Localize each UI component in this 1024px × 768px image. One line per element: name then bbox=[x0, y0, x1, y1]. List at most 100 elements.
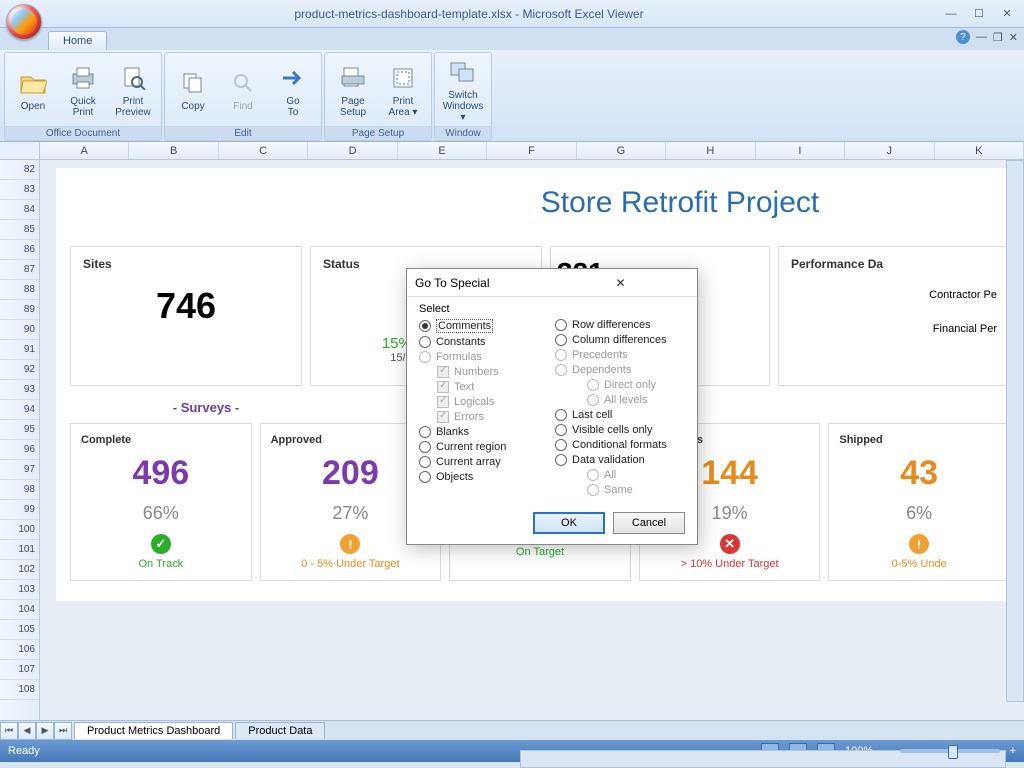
col-B[interactable]: B bbox=[129, 142, 218, 159]
status-icon: ✓ bbox=[151, 534, 171, 554]
row-94[interactable]: 94 bbox=[0, 400, 39, 420]
col-K[interactable]: K bbox=[935, 142, 1024, 159]
row-93[interactable]: 93 bbox=[0, 380, 39, 400]
close-button[interactable]: ✕ bbox=[994, 5, 1020, 23]
zoom-in-button[interactable]: + bbox=[1010, 745, 1016, 757]
ok-button[interactable]: OK bbox=[533, 512, 605, 534]
row-92[interactable]: 92 bbox=[0, 360, 39, 380]
ribbon-tabstrip: Home ? — ❐ ✕ bbox=[0, 28, 1024, 50]
row-103[interactable]: 103 bbox=[0, 580, 39, 600]
vertical-scrollbar[interactable] bbox=[1006, 160, 1024, 702]
col-A[interactable]: A bbox=[40, 142, 129, 159]
tab-nav-first[interactable]: ⏮ bbox=[0, 722, 18, 740]
row-105[interactable]: 105 bbox=[0, 620, 39, 640]
tab-home[interactable]: Home bbox=[48, 31, 107, 50]
option-blanks[interactable]: Blanks bbox=[419, 426, 549, 438]
tab-nav-last[interactable]: ⏭ bbox=[54, 722, 72, 740]
col-D[interactable]: D bbox=[308, 142, 397, 159]
col-I[interactable]: I bbox=[756, 142, 845, 159]
goto-button[interactable]: Go To bbox=[269, 57, 317, 123]
page-setup-button[interactable]: Page Setup bbox=[329, 57, 377, 123]
cancel-button[interactable]: Cancel bbox=[613, 512, 685, 534]
option-column-differences[interactable]: Column differences bbox=[555, 334, 685, 346]
open-button[interactable]: Open bbox=[9, 57, 57, 123]
option-all: All bbox=[555, 469, 685, 481]
row-101[interactable]: 101 bbox=[0, 540, 39, 560]
col-J[interactable]: J bbox=[845, 142, 934, 159]
row-90[interactable]: 90 bbox=[0, 320, 39, 340]
row-85[interactable]: 85 bbox=[0, 220, 39, 240]
card-performance: Performance Da Contractor Pe Financial P… bbox=[778, 246, 1010, 386]
row-96[interactable]: 96 bbox=[0, 440, 39, 460]
option-last-cell[interactable]: Last cell bbox=[555, 409, 685, 421]
option-numbers: Numbers bbox=[419, 366, 549, 378]
dashboard-title: Store Retrofit Project bbox=[350, 186, 1010, 220]
copy-button[interactable]: Copy bbox=[169, 57, 217, 123]
row-84[interactable]: 84 bbox=[0, 200, 39, 220]
option-objects[interactable]: Objects bbox=[419, 471, 549, 483]
row-100[interactable]: 100 bbox=[0, 520, 39, 540]
dialog-close-button[interactable]: ✕ bbox=[552, 276, 689, 290]
find-button: Find bbox=[219, 57, 267, 123]
option-row-differences[interactable]: Row differences bbox=[555, 319, 685, 331]
row-88[interactable]: 88 bbox=[0, 280, 39, 300]
option-same: Same bbox=[555, 484, 685, 496]
dialog-select-label: Select bbox=[419, 303, 685, 315]
sheet-tab-other[interactable]: Product Data bbox=[235, 722, 325, 739]
option-visible-cells-only[interactable]: Visible cells only bbox=[555, 424, 685, 436]
option-current-array[interactable]: Current array bbox=[419, 456, 549, 468]
tab-nav-prev[interactable]: ◀ bbox=[18, 722, 36, 740]
row-108[interactable]: 108 bbox=[0, 680, 39, 700]
mdi-close-button[interactable]: ✕ bbox=[1009, 31, 1018, 44]
row-86[interactable]: 86 bbox=[0, 240, 39, 260]
quick-print-button[interactable]: Quick Print bbox=[59, 57, 107, 123]
zoom-slider[interactable] bbox=[900, 749, 1000, 753]
status-icon: ! bbox=[340, 534, 360, 554]
print-area-button[interactable]: Print Area ▾ bbox=[379, 57, 427, 123]
option-data-validation[interactable]: Data validation bbox=[555, 454, 685, 466]
option-logicals: Logicals bbox=[419, 396, 549, 408]
option-text: Text bbox=[419, 381, 549, 393]
option-conditional-formats[interactable]: Conditional formats bbox=[555, 439, 685, 451]
col-C[interactable]: C bbox=[219, 142, 308, 159]
row-91[interactable]: 91 bbox=[0, 340, 39, 360]
row-107[interactable]: 107 bbox=[0, 660, 39, 680]
row-95[interactable]: 95 bbox=[0, 420, 39, 440]
office-orb-button[interactable] bbox=[6, 4, 42, 40]
row-87[interactable]: 87 bbox=[0, 260, 39, 280]
row-89[interactable]: 89 bbox=[0, 300, 39, 320]
tab-nav-next[interactable]: ▶ bbox=[36, 722, 54, 740]
switch-windows-button[interactable]: Switch Windows ▾ bbox=[439, 57, 487, 123]
print-preview-button[interactable]: Print Preview bbox=[109, 57, 157, 123]
goto-special-dialog: Go To Special ✕ Select CommentsConstants… bbox=[406, 268, 698, 545]
card-sites: Sites 746 bbox=[70, 246, 302, 386]
minimize-button[interactable]: — bbox=[938, 5, 964, 23]
option-comments[interactable]: Comments bbox=[419, 319, 549, 333]
row-97[interactable]: 97 bbox=[0, 460, 39, 480]
mdi-minimize-button[interactable]: — bbox=[976, 31, 987, 43]
col-H[interactable]: H bbox=[666, 142, 755, 159]
help-icon[interactable]: ? bbox=[956, 30, 970, 44]
mdi-restore-button[interactable]: ❐ bbox=[993, 31, 1003, 44]
col-F[interactable]: F bbox=[487, 142, 576, 159]
row-headers: 8283848586878889909192939495969798991001… bbox=[0, 160, 40, 720]
col-E[interactable]: E bbox=[398, 142, 487, 159]
row-83[interactable]: 83 bbox=[0, 180, 39, 200]
ribbon: Open Quick Print Print Preview Office Do… bbox=[0, 50, 1024, 142]
row-98[interactable]: 98 bbox=[0, 480, 39, 500]
maximize-button[interactable]: ☐ bbox=[966, 5, 992, 23]
status-icon: ! bbox=[909, 534, 929, 554]
col-G[interactable]: G bbox=[577, 142, 666, 159]
sheet-tab-active[interactable]: Product Metrics Dashboard bbox=[74, 722, 233, 739]
row-104[interactable]: 104 bbox=[0, 600, 39, 620]
group-office-document: Office Document bbox=[5, 126, 161, 140]
row-106[interactable]: 106 bbox=[0, 640, 39, 660]
row-82[interactable]: 82 bbox=[0, 160, 39, 180]
row-99[interactable]: 99 bbox=[0, 500, 39, 520]
option-current-region[interactable]: Current region bbox=[419, 441, 549, 453]
option-constants[interactable]: Constants bbox=[419, 336, 549, 348]
row-102[interactable]: 102 bbox=[0, 560, 39, 580]
option-formulas: Formulas bbox=[419, 351, 549, 363]
window-title: product-metrics-dashboard-template.xlsx … bbox=[0, 7, 938, 21]
option-precedents: Precedents bbox=[555, 349, 685, 361]
